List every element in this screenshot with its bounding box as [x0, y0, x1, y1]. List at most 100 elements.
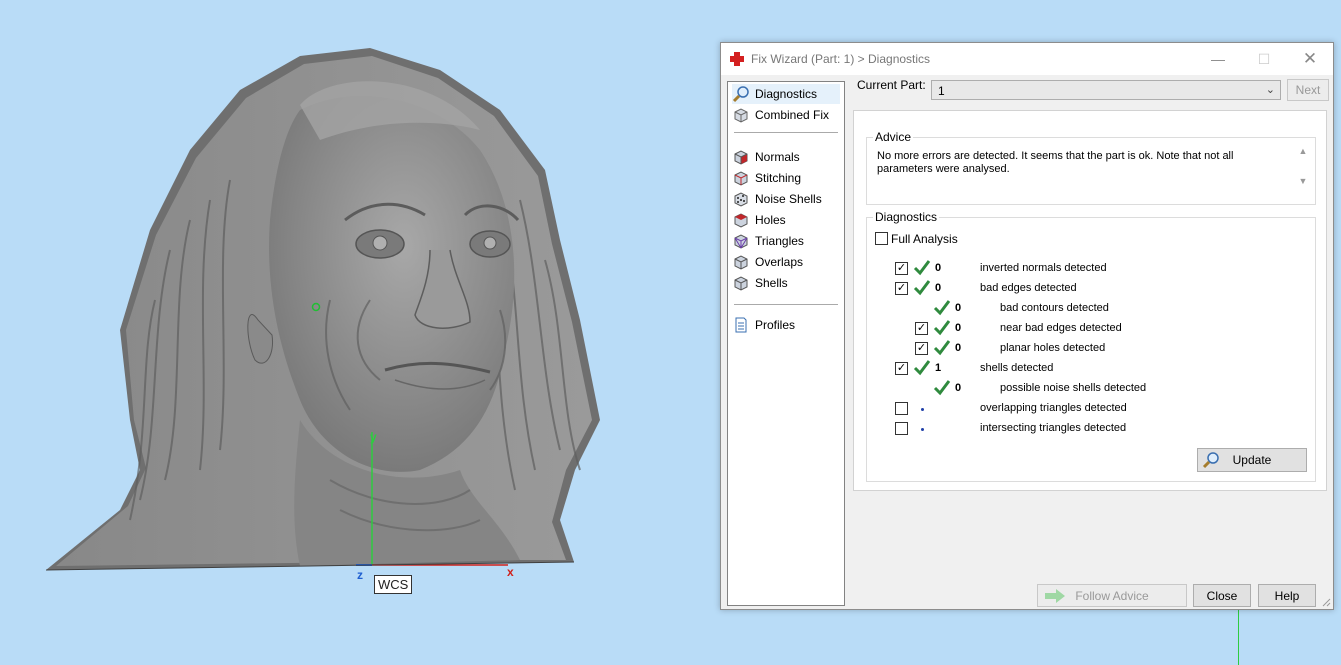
row-label: intersecting triangles detected: [980, 422, 1127, 434]
diagnostics-panel: Advice No more errors are detected. It s…: [853, 110, 1327, 491]
current-part-value: 1: [938, 84, 945, 98]
nav-item-label: Triangles: [755, 234, 804, 248]
3d-viewport[interactable]: y z x WCS: [0, 0, 720, 665]
nav-item-shells[interactable]: Shells: [732, 273, 840, 293]
nav-item-holes[interactable]: Holes: [732, 210, 840, 230]
z-axis-label: z: [357, 568, 363, 582]
nav-item-diagnostics[interactable]: Diagnostics: [732, 84, 840, 104]
row-checkbox[interactable]: [895, 422, 908, 435]
advice-group: Advice No more errors are detected. It s…: [866, 130, 1316, 205]
nav-item-stitching[interactable]: Stitching: [732, 168, 840, 188]
window-title: Fix Wizard (Part: 1) > Diagnostics: [751, 52, 931, 66]
nav-item-label: Profiles: [755, 318, 796, 332]
nav-item-overlaps[interactable]: Overlaps: [732, 252, 840, 272]
nav-item-normals[interactable]: Normals: [732, 147, 840, 167]
green-check-icon: [933, 300, 951, 316]
follow-advice-label: Follow Advice: [1075, 588, 1149, 603]
diagnostics-title: Diagnostics: [873, 210, 940, 224]
nav-item-label: Combined Fix: [755, 108, 830, 122]
title-bar[interactable]: Fix Wizard (Part: 1) > Diagnostics — ☐ ✕: [721, 43, 1333, 75]
row-checkbox[interactable]: ✓: [895, 262, 908, 275]
row-label: possible noise shells detected: [1000, 382, 1147, 394]
row-count: 0: [955, 322, 962, 334]
fix-wizard-dialog: Fix Wizard (Part: 1) > Diagnostics — ☐ ✕…: [720, 42, 1334, 610]
x-axis-label: x: [507, 565, 514, 579]
chevron-down-icon: ⌄: [1265, 84, 1275, 96]
nav-item-label: Stitching: [755, 171, 802, 185]
row-count: 0: [955, 302, 962, 314]
nav-item-label: Noise Shells: [755, 192, 822, 206]
document-icon: [735, 317, 747, 333]
advice-title: Advice: [873, 130, 914, 144]
bust-model[interactable]: [0, 0, 720, 665]
overlaps-cube-icon: [734, 255, 748, 270]
advice-text: No more errors are detected. It seems th…: [877, 150, 1234, 175]
cube-icon: [734, 108, 748, 123]
row-label: planar holes detected: [1000, 342, 1106, 354]
current-part-select[interactable]: 1 ⌄: [931, 80, 1281, 100]
nav-item-profiles[interactable]: Profiles: [732, 315, 840, 335]
row-label: shells detected: [980, 362, 1054, 374]
row-checkbox[interactable]: ✓: [895, 282, 908, 295]
row-label: inverted normals detected: [980, 262, 1107, 274]
green-check-icon: [913, 360, 931, 376]
nav-item-noise-shells[interactable]: Noise Shells: [732, 189, 840, 209]
close-window-button[interactable]: ✕: [1287, 43, 1333, 75]
normals-cube-icon: [734, 150, 748, 165]
red-cross-icon: [730, 52, 744, 66]
row-checkbox[interactable]: [895, 402, 908, 415]
nav-item-triangles[interactable]: Triangles: [732, 231, 840, 251]
follow-advice-button[interactable]: Follow Advice: [1037, 584, 1187, 607]
update-button[interactable]: Update: [1197, 448, 1307, 472]
y-axis-extension: [1238, 610, 1239, 665]
diagnostics-group: Diagnostics Full Analysis ✓ 0 inverted n…: [866, 210, 1316, 482]
magnifier-icon: [732, 86, 749, 103]
resize-grip-icon[interactable]: [1321, 597, 1331, 607]
row-label: overlapping triangles detected: [980, 402, 1127, 414]
nav-divider: [734, 132, 838, 133]
green-check-icon: [933, 380, 951, 396]
row-count: 0: [955, 342, 962, 354]
green-check-icon: [933, 340, 951, 356]
nav-item-label: Shells: [755, 276, 788, 290]
row-count: 1: [935, 362, 942, 374]
nav-item-label: Overlaps: [755, 255, 804, 269]
nav-item-label: Holes: [755, 213, 786, 227]
wcs-label: WCS: [374, 575, 413, 594]
row-label: bad contours detected: [1000, 302, 1109, 314]
green-check-icon: [913, 260, 931, 276]
close-button[interactable]: Close: [1193, 584, 1251, 607]
maximize-button[interactable]: ☐: [1241, 43, 1287, 75]
holes-cube-icon: [734, 213, 748, 228]
status-dot-icon: [921, 408, 924, 411]
row-count: 0: [935, 282, 942, 294]
magnifier-icon: [1202, 452, 1219, 469]
row-checkbox[interactable]: ✓: [915, 342, 928, 355]
full-analysis-checkbox[interactable]: [875, 232, 888, 245]
minimize-button[interactable]: —: [1195, 43, 1241, 75]
status-dot-icon: [921, 428, 924, 431]
full-analysis-label: Full Analysis: [891, 232, 958, 246]
nav-item-combined-fix[interactable]: Combined Fix: [732, 105, 840, 125]
row-checkbox[interactable]: ✓: [915, 322, 928, 335]
advice-scrollbar[interactable]: ▲ ▼: [1295, 146, 1311, 194]
nav-item-label: Diagnostics: [755, 87, 818, 101]
row-checkbox[interactable]: ✓: [895, 362, 908, 375]
next-button[interactable]: Next: [1287, 79, 1329, 101]
noise-shells-icon: [734, 192, 748, 207]
green-check-icon: [933, 320, 951, 336]
wizard-nav: Diagnostics Combined Fix Normals Stitchi…: [727, 81, 845, 606]
row-label: bad edges detected: [980, 282, 1077, 294]
triangles-cube-icon: [734, 234, 748, 249]
update-label: Update: [1232, 453, 1272, 467]
help-button[interactable]: Help: [1258, 584, 1316, 607]
stitching-cube-icon: [734, 171, 748, 186]
green-check-icon: [913, 280, 931, 296]
nav-divider: [734, 304, 838, 305]
current-part-label: Current Part:: [857, 78, 926, 92]
row-count: 0: [935, 262, 942, 274]
row-label: near bad edges detected: [1000, 322, 1122, 334]
arrow-right-icon: [1045, 589, 1065, 603]
row-count: 0: [955, 382, 962, 394]
y-axis-label: y: [370, 430, 377, 444]
